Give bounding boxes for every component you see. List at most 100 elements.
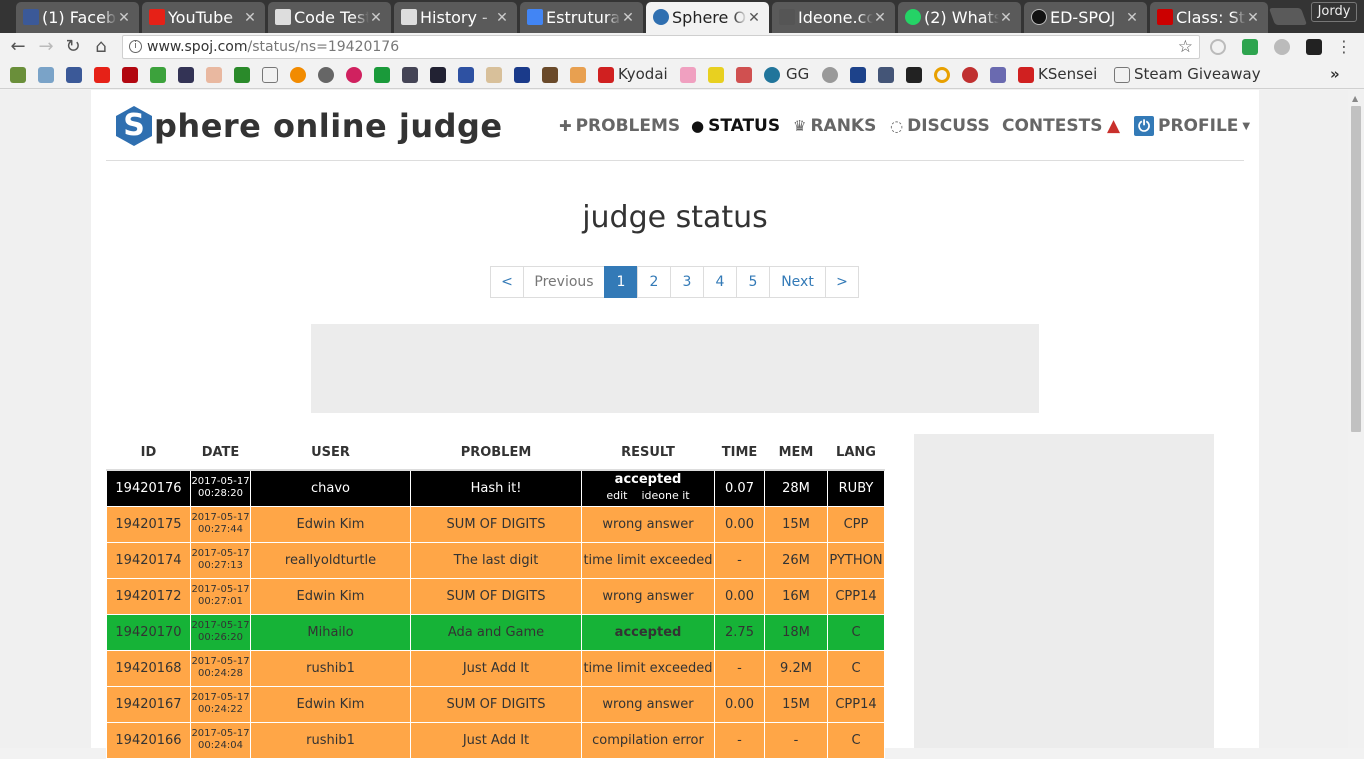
bookmark-icon[interactable]	[708, 67, 724, 83]
nav-ranks[interactable]: ♛ RANKS	[793, 116, 876, 136]
bookmark-icon[interactable]	[598, 67, 614, 83]
bookmark-icon[interactable]	[878, 67, 894, 83]
submission-user[interactable]: reallyoldturtle	[250, 541, 411, 579]
submission-user[interactable]: Edwin Kim	[250, 685, 411, 723]
submission-user[interactable]: rushib1	[250, 721, 411, 759]
reload-icon[interactable]: ↻	[63, 37, 83, 57]
close-icon[interactable]: ✕	[117, 10, 131, 26]
shield-icon[interactable]	[1242, 39, 1258, 55]
bookmark-icon[interactable]	[962, 67, 978, 83]
submission-user[interactable]: Edwin Kim	[250, 505, 411, 543]
page-button-3[interactable]: 3	[670, 266, 704, 298]
profile-button[interactable]: Jordy	[1311, 2, 1357, 22]
last-page-button[interactable]: >	[825, 266, 859, 298]
document-icon[interactable]	[262, 67, 278, 83]
home-icon[interactable]: ⌂	[91, 37, 111, 57]
tab-facebook[interactable]: (1) Facebook✕	[16, 2, 139, 33]
m-extension-icon[interactable]	[1274, 39, 1290, 55]
tab-estrutura[interactable]: Estrutura ✕	[520, 2, 643, 33]
nav-problems[interactable]: ✚ PROBLEMS	[559, 116, 680, 136]
bookmark-icon[interactable]	[736, 67, 752, 83]
submission-problem[interactable]: Hash it!	[410, 469, 582, 507]
tab-class[interactable]: Class: St ✕	[1150, 2, 1268, 33]
bookmark-kyodai[interactable]: Kyodai	[618, 65, 668, 83]
bookmark-icon[interactable]	[680, 67, 696, 83]
bookmark-icon[interactable]	[570, 67, 586, 83]
bookmark-icon[interactable]	[486, 67, 502, 83]
wordpress-icon[interactable]	[764, 67, 780, 83]
tab-spoj[interactable]: Sphere Online Judge✕	[646, 2, 769, 33]
page-button-2[interactable]: 2	[637, 266, 671, 298]
previous-page-button[interactable]: Previous	[523, 266, 605, 298]
tab-code-tester[interactable]: Code Tester✕	[268, 2, 391, 33]
extension-icon[interactable]	[1306, 39, 1322, 55]
bookmark-icon[interactable]	[430, 67, 446, 83]
close-icon[interactable]: ✕	[1246, 10, 1260, 26]
site-logo[interactable]: S phere online judge	[116, 106, 503, 146]
facebook-icon[interactable]	[66, 67, 82, 83]
submission-problem[interactable]: SUM OF DIGITS	[410, 577, 582, 615]
page-button-4[interactable]: 4	[703, 266, 737, 298]
bookmark-icon[interactable]	[178, 67, 194, 83]
tab-whatsapp[interactable]: (2) WhatsApp✕	[898, 2, 1021, 33]
bookmark-icon[interactable]	[318, 67, 334, 83]
back-icon[interactable]: ←	[8, 37, 28, 57]
bookmark-icon[interactable]	[514, 67, 530, 83]
submission-user[interactable]: Edwin Kim	[250, 577, 411, 615]
page-button-1[interactable]: 1	[604, 266, 638, 298]
bookmark-icon[interactable]	[206, 67, 222, 83]
scrollbar[interactable]: ▲	[1348, 90, 1364, 748]
tab-github[interactable]: ED-SPOJ ✕	[1024, 2, 1147, 33]
info-icon[interactable]: i	[129, 40, 142, 53]
submission-problem[interactable]: Just Add It	[410, 649, 582, 687]
bookmark-icon[interactable]	[38, 67, 54, 83]
extension-icon[interactable]	[1210, 39, 1226, 55]
new-tab-button[interactable]	[1268, 8, 1308, 25]
bookmark-icon[interactable]	[150, 67, 166, 83]
submission-problem[interactable]: SUM OF DIGITS	[410, 505, 582, 543]
submission-user[interactable]: chavo	[250, 469, 411, 507]
document-icon[interactable]	[1114, 67, 1130, 83]
first-page-button[interactable]: <	[490, 266, 524, 298]
submission-problem[interactable]: Just Add It	[410, 721, 582, 759]
bookmark-icon[interactable]	[990, 67, 1006, 83]
bookmark-icon[interactable]	[290, 67, 306, 83]
submission-problem[interactable]: SUM OF DIGITS	[410, 685, 582, 723]
nav-status[interactable]: ● STATUS	[691, 116, 780, 136]
netflix-icon[interactable]	[122, 67, 138, 83]
bookmark-icon[interactable]	[1018, 67, 1034, 83]
submission-problem[interactable]: Ada and Game	[410, 613, 582, 651]
bookmark-icon[interactable]	[542, 67, 558, 83]
bookmark-icon[interactable]	[402, 67, 418, 83]
result-links[interactable]: edit ideone it	[582, 488, 714, 504]
bookmark-steam[interactable]: Steam Giveaway	[1134, 65, 1324, 83]
close-icon[interactable]: ✕	[243, 10, 257, 26]
bookmark-ksensei[interactable]: KSensei	[1038, 65, 1097, 83]
submission-user[interactable]: Mihailo	[250, 613, 411, 651]
submission-user[interactable]: rushib1	[250, 649, 411, 687]
clover-icon[interactable]	[234, 67, 250, 83]
menu-icon[interactable]: ⋮	[1334, 37, 1354, 57]
close-icon[interactable]: ✕	[999, 10, 1013, 26]
close-icon[interactable]: ✕	[369, 10, 383, 26]
bookmark-gg[interactable]: GG	[786, 65, 809, 83]
submission-problem[interactable]: The last digit	[410, 541, 582, 579]
star-icon[interactable]: ☆	[1178, 36, 1193, 58]
forward-icon[interactable]: →	[36, 37, 56, 57]
tab-youtube[interactable]: YouTube ✕	[142, 2, 265, 33]
bookmark-icon[interactable]	[906, 67, 922, 83]
close-icon[interactable]: ✕	[873, 10, 887, 26]
mal-icon[interactable]	[458, 67, 474, 83]
tab-history[interactable]: History - ✕	[394, 2, 517, 33]
nav-profile[interactable]: ⏻ PROFILE ▼	[1134, 116, 1250, 136]
close-icon[interactable]: ✕	[621, 10, 635, 26]
close-icon[interactable]: ✕	[1125, 10, 1139, 26]
scrollbar-thumb[interactable]	[1351, 106, 1361, 432]
nav-contests[interactable]: CONTESTS	[1002, 116, 1102, 136]
scroll-up-icon[interactable]: ▲	[1352, 94, 1358, 103]
bookmark-icon[interactable]	[346, 67, 362, 83]
close-icon[interactable]: ✕	[747, 10, 761, 26]
bookmark-icon[interactable]	[822, 67, 838, 83]
bookmark-icon[interactable]	[10, 67, 26, 83]
more-bookmarks-icon[interactable]: »	[1330, 65, 1340, 83]
